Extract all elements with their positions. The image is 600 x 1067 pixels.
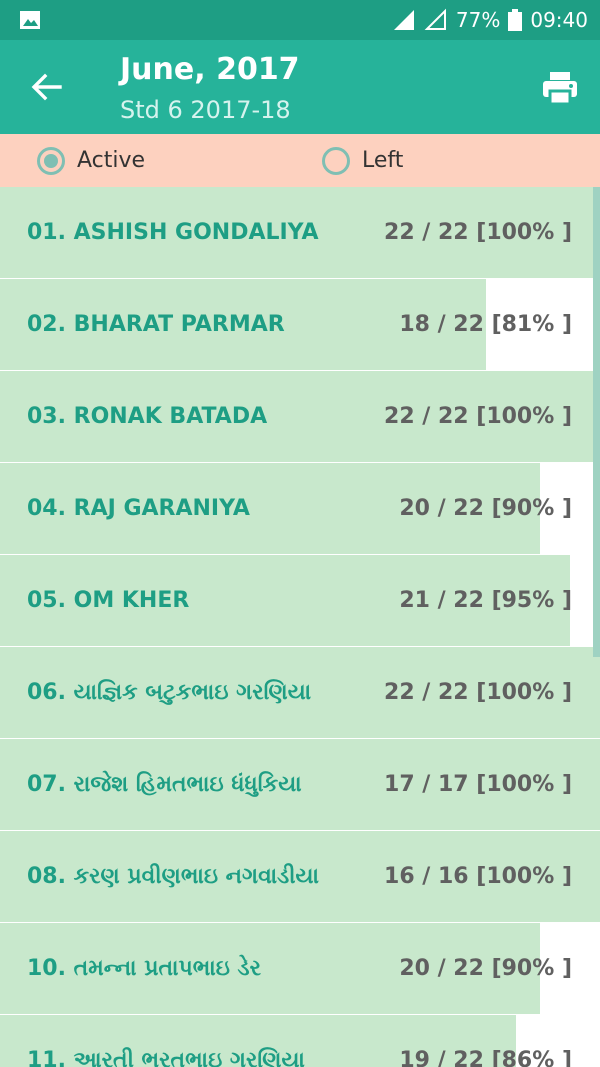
- status-bar: 77% 09:40: [0, 0, 600, 40]
- app-bar: June, 2017 Std 6 2017-18: [0, 40, 600, 134]
- arrow-back-icon[interactable]: [30, 72, 62, 102]
- list-item[interactable]: 10. તમન્ના પ્રતાપભાઇ ડેર 20 / 22 [90% ]: [0, 923, 600, 1015]
- attendance-stat: 18 / 22 [81% ]: [399, 312, 572, 337]
- attendance-stat: 19 / 22 [86% ]: [399, 1048, 572, 1067]
- student-name: 07. રાજેશ હિમતભાઇ ધંધુકિયા: [27, 772, 302, 797]
- radio-left-circle[interactable]: [322, 146, 350, 175]
- attendance-stat: 22 / 22 [100% ]: [384, 680, 572, 705]
- radio-selected-dot: [44, 153, 58, 168]
- page-subtitle: Std 6 2017-18: [120, 96, 291, 124]
- student-name: 06. યાજ્ઞિક બટુકભાઇ ગરણિયા: [27, 680, 312, 705]
- printer-icon[interactable]: [540, 68, 580, 108]
- student-name: 03. RONAK BATADA: [27, 404, 268, 429]
- list-item[interactable]: 01. ASHISH GONDALIYA 22 / 22 [100% ]: [0, 187, 600, 279]
- attendance-stat: 16 / 16 [100% ]: [384, 864, 572, 889]
- attendance-stat: 20 / 22 [90% ]: [399, 956, 572, 981]
- battery-icon: [508, 9, 523, 31]
- list-item[interactable]: 11. આરતી ભરતભાઇ ગરણિયા 19 / 22 [86% ]: [0, 1015, 600, 1067]
- page-title: June, 2017: [120, 52, 300, 87]
- attendance-stat: 22 / 22 [100% ]: [384, 404, 572, 429]
- student-name: 01. ASHISH GONDALIYA: [27, 220, 319, 245]
- signal-icon: [393, 10, 414, 30]
- attendance-stat: 17 / 17 [100% ]: [384, 772, 572, 797]
- attendance-stat: 22 / 22 [100% ]: [384, 220, 572, 245]
- battery-percent: 77%: [455, 8, 501, 32]
- scrollbar[interactable]: [593, 187, 600, 657]
- attendance-stat: 20 / 22 [90% ]: [399, 496, 572, 521]
- gallery-icon: [20, 11, 40, 29]
- radio-left-label: Left: [362, 148, 404, 173]
- student-name: 08. કરણ પ્રવીણભાઇ નગવાડીયા: [27, 864, 319, 889]
- student-name: 02. BHARAT PARMAR: [27, 312, 285, 337]
- signal-empty-icon: [424, 8, 446, 30]
- attendance-stat: 21 / 22 [95% ]: [399, 588, 572, 613]
- clock: 09:40: [530, 8, 588, 32]
- list-item[interactable]: 02. BHARAT PARMAR 18 / 22 [81% ]: [0, 279, 600, 371]
- list-item[interactable]: 05. OM KHER 21 / 22 [95% ]: [0, 555, 600, 647]
- list-item[interactable]: 04. RAJ GARANIYA 20 / 22 [90% ]: [0, 463, 600, 555]
- student-name: 11. આરતી ભરતભાઇ ગરણિયા: [27, 1048, 305, 1067]
- student-name: 04. RAJ GARANIYA: [27, 496, 250, 521]
- list-item[interactable]: 06. યાજ્ઞિક બટુકભાઇ ગરણિયા 22 / 22 [100% …: [0, 647, 600, 739]
- radio-active-label: Active: [77, 148, 146, 173]
- radio-active[interactable]: Active: [37, 134, 145, 187]
- student-list: 01. ASHISH GONDALIYA 22 / 22 [100% ] 02. B…: [0, 187, 600, 1067]
- radio-left[interactable]: Left: [322, 134, 403, 187]
- list-item[interactable]: 08. કરણ પ્રવીણભાઇ નગવાડીયા 16 / 16 [100% …: [0, 831, 600, 923]
- radio-active-circle[interactable]: [37, 146, 65, 175]
- list-item[interactable]: 03. RONAK BATADA 22 / 22 [100% ]: [0, 371, 600, 463]
- filter-bar: Active Left: [0, 134, 600, 187]
- list-item[interactable]: 07. રાજેશ હિમતભાઇ ધંધુકિયા 17 / 17 [100% …: [0, 739, 600, 831]
- student-name: 10. તમન્ના પ્રતાપભાઇ ડેર: [27, 956, 261, 981]
- student-name: 05. OM KHER: [27, 588, 190, 613]
